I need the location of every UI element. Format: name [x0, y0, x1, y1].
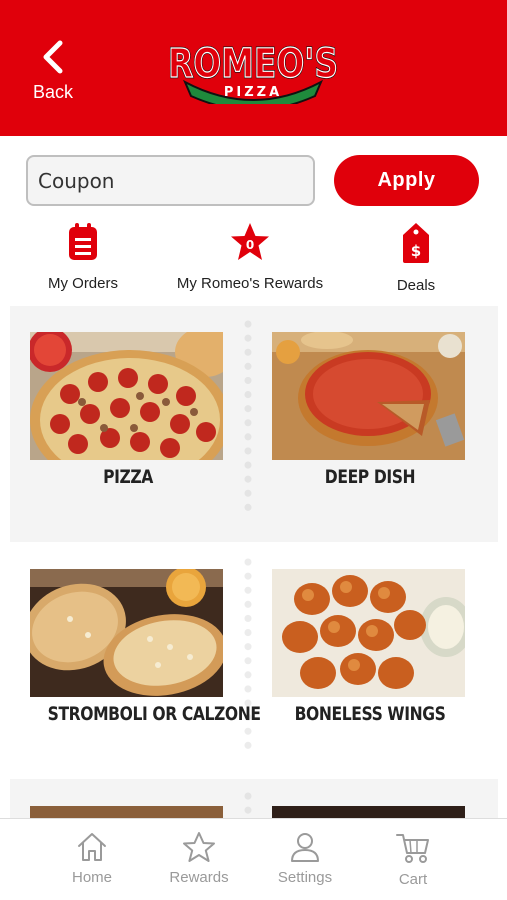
bottom-tab-bar: Home Rewards Settings Cart	[0, 818, 507, 900]
clipboard-icon	[69, 223, 97, 260]
menu-card-boneless-wings[interactable]: BONELESS WINGS	[272, 569, 468, 725]
price-tag-icon: $	[403, 223, 429, 263]
column-divider	[244, 320, 252, 520]
my-orders-button[interactable]: My Orders	[40, 222, 126, 298]
tab-home-label: Home	[71, 869, 112, 886]
pepperoni-pizza-photo	[30, 332, 223, 460]
menu-card-label: BONELESS WINGS	[294, 703, 446, 725]
menu-card-pizza[interactable]: PIZZA	[30, 332, 226, 488]
column-divider	[244, 792, 252, 818]
menu-card-deep-dish[interactable]: DEEP DISH	[272, 332, 468, 488]
tab-home[interactable]: Home	[47, 831, 137, 886]
coupon-input[interactable]	[26, 155, 315, 206]
star-badge-icon: 0	[231, 223, 269, 260]
stromboli-calzone-photo	[30, 569, 223, 697]
deals-button[interactable]: $ Deals	[385, 222, 447, 298]
person-icon	[291, 833, 319, 862]
my-rewards-button[interactable]: 0 My Romeo's Rewards	[175, 222, 325, 298]
svg-text:$: $	[411, 242, 421, 260]
tab-settings[interactable]: Settings	[260, 831, 350, 886]
chevron-left-icon	[43, 40, 63, 74]
deep-dish-pizza-photo	[272, 332, 465, 460]
my-orders-label: My Orders	[47, 275, 118, 292]
tab-cart[interactable]: Cart	[368, 831, 458, 888]
menu-card-partial[interactable]	[30, 806, 223, 818]
star-icon	[183, 832, 215, 862]
menu-card-label: PIZZA	[103, 466, 153, 488]
boneless-wings-photo	[272, 569, 465, 697]
back-label: Back	[32, 82, 74, 102]
logo-text-outline: ROMEO'S	[168, 41, 338, 87]
deals-label: Deals	[396, 277, 436, 294]
apply-button[interactable]: Apply	[334, 155, 479, 206]
menu-card-partial[interactable]	[272, 806, 465, 818]
cart-icon	[396, 834, 429, 863]
menu-card-label: STROMBOLI OR CALZONE	[47, 703, 261, 725]
app-header: Back PIZZA ROMEO'S ROMEO'S	[0, 0, 507, 136]
logo-subtext: PIZZA	[224, 85, 282, 100]
rewards-badge-count: 0	[246, 238, 254, 252]
menu-card-label: DEEP DISH	[324, 466, 416, 488]
tab-rewards[interactable]: Rewards	[154, 831, 244, 886]
menu-card-stromboli[interactable]: STROMBOLI OR CALZONE	[30, 569, 261, 725]
back-button[interactable]: Back	[22, 40, 84, 110]
home-icon	[78, 833, 106, 861]
tab-rewards-label: Rewards	[169, 869, 229, 886]
romeos-pizza-logo: PIZZA ROMEO'S ROMEO'S	[167, 40, 339, 104]
my-rewards-label: My Romeo's Rewards	[176, 275, 324, 292]
tab-settings-label: Settings	[277, 869, 333, 886]
tab-cart-label: Cart	[398, 871, 428, 888]
